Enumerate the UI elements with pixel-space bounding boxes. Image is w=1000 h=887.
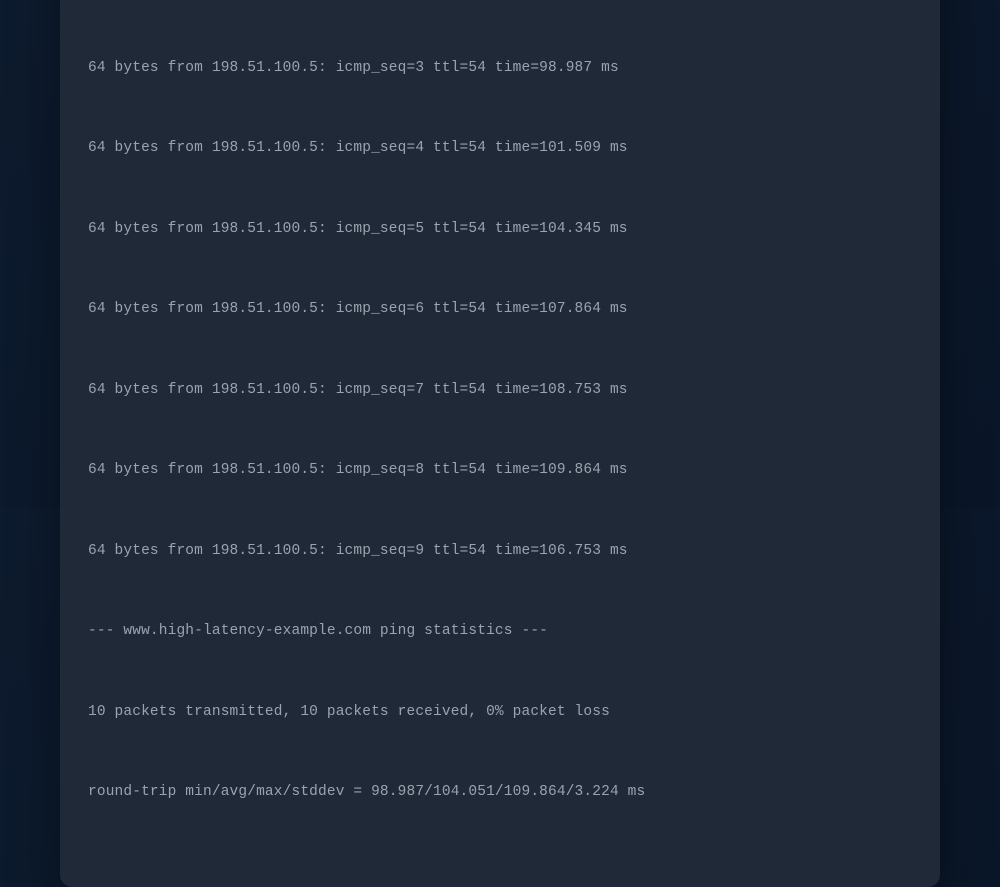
ping-reply: 64 bytes from 198.51.100.5: icmp_seq=3 t… — [88, 55, 912, 82]
ping-stats-divider: --- www.high-latency-example.com ping st… — [88, 618, 912, 645]
ping-reply: 64 bytes from 198.51.100.5: icmp_seq=8 t… — [88, 457, 912, 484]
ping-reply: 64 bytes from 198.51.100.5: icmp_seq=9 t… — [88, 538, 912, 565]
ping-reply: 64 bytes from 198.51.100.5: icmp_seq=2 t… — [88, 0, 912, 1]
terminal-window: PING www.high-latency-example.com (198.5… — [60, 0, 940, 887]
ping-reply: 64 bytes from 198.51.100.5: icmp_seq=5 t… — [88, 216, 912, 243]
ping-stats-rtt: round-trip min/avg/max/stddev = 98.987/1… — [88, 779, 912, 806]
terminal-body: PING www.high-latency-example.com (198.5… — [60, 0, 940, 887]
ping-reply: 64 bytes from 198.51.100.5: icmp_seq=6 t… — [88, 296, 912, 323]
ping-reply: 64 bytes from 198.51.100.5: icmp_seq=7 t… — [88, 377, 912, 404]
ping-reply: 64 bytes from 198.51.100.5: icmp_seq=4 t… — [88, 135, 912, 162]
ping-stats-packets: 10 packets transmitted, 10 packets recei… — [88, 699, 912, 726]
